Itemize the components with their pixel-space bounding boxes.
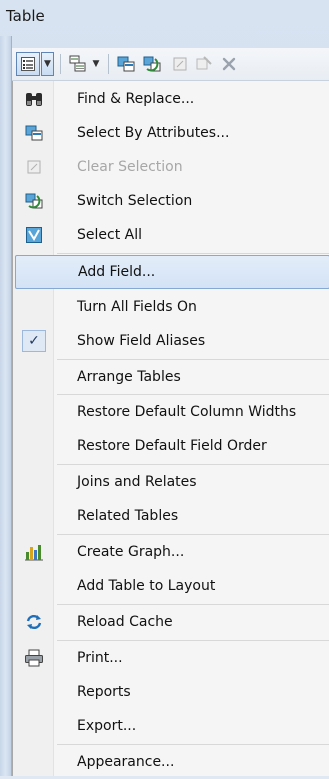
menu-item-arrange-tables[interactable]: Arrange Tables bbox=[15, 360, 329, 394]
menu-item-restore-column-widths[interactable]: Restore Default Column Widths bbox=[15, 395, 329, 429]
menu-item-create-graph[interactable]: Create Graph... bbox=[15, 535, 329, 569]
menu-item-label: Appearance... bbox=[77, 754, 175, 770]
toolbar-separator bbox=[60, 54, 61, 74]
menu-item-find-replace[interactable]: Find & Replace... bbox=[15, 82, 329, 116]
clear-selection-icon bbox=[27, 160, 41, 174]
menu-item-add-table-to-layout[interactable]: Add Table to Layout bbox=[15, 569, 329, 603]
clear-selection-button bbox=[168, 52, 192, 76]
menu-separator bbox=[57, 253, 329, 254]
table-window: Table ▼ ▼ Find & Replace... Select By At… bbox=[0, 0, 329, 776]
menu-item-select-all[interactable]: Select All bbox=[15, 218, 329, 252]
select-by-attributes-icon bbox=[117, 56, 135, 72]
delete-selected-button bbox=[192, 52, 216, 76]
close-button[interactable] bbox=[218, 52, 240, 76]
menu-item-joins-relates[interactable]: Joins and Relates bbox=[15, 465, 329, 499]
table-options-button[interactable] bbox=[16, 52, 40, 76]
toolbar-separator bbox=[108, 54, 109, 74]
menu-item-label: Reload Cache bbox=[77, 614, 173, 630]
menu-item-label: Clear Selection bbox=[77, 159, 183, 175]
menu-item-label: Export... bbox=[77, 718, 137, 734]
menu-item-label: Select By Attributes... bbox=[77, 125, 230, 141]
menu-item-print[interactable]: Print... bbox=[15, 641, 329, 675]
related-tables-icon bbox=[69, 55, 86, 72]
menu-item-reload-cache[interactable]: Reload Cache bbox=[15, 605, 329, 639]
select-all-icon bbox=[26, 227, 42, 243]
window-title: Table bbox=[6, 7, 45, 25]
switch-selection-icon bbox=[25, 193, 43, 209]
binoculars-icon bbox=[26, 93, 42, 106]
menu-item-label: Select All bbox=[77, 227, 142, 243]
printer-icon bbox=[25, 649, 43, 667]
menu-item-reports[interactable]: Reports bbox=[15, 675, 329, 709]
menu-item-label: Create Graph... bbox=[77, 544, 185, 560]
refresh-icon bbox=[26, 614, 42, 630]
menu-item-label: Restore Default Field Order bbox=[77, 438, 267, 454]
menu-item-label: Add Table to Layout bbox=[77, 578, 216, 594]
menu-item-label: Show Field Aliases bbox=[77, 333, 206, 349]
menu-item-related-tables[interactable]: Related Tables bbox=[15, 499, 329, 533]
menu-item-label: Switch Selection bbox=[77, 193, 193, 209]
menu-item-appearance[interactable]: Appearance... bbox=[15, 745, 329, 779]
menu-item-clear-selection: Clear Selection bbox=[15, 150, 329, 184]
close-icon bbox=[222, 57, 236, 71]
table-options-dropdown[interactable]: ▼ bbox=[41, 52, 54, 76]
menu-item-add-field[interactable]: Add Field... bbox=[15, 255, 329, 289]
delete-selected-icon bbox=[196, 56, 212, 70]
menu-item-switch-selection[interactable]: Switch Selection bbox=[15, 184, 329, 218]
select-by-attributes-icon bbox=[25, 125, 43, 141]
checkmark-icon: ✓ bbox=[22, 330, 46, 352]
related-tables-button[interactable] bbox=[66, 52, 90, 76]
table-options-icon bbox=[21, 57, 35, 71]
menu-item-label: Arrange Tables bbox=[77, 369, 181, 385]
menu-item-select-by-attributes[interactable]: Select By Attributes... bbox=[15, 116, 329, 150]
chevron-down-icon: ▼ bbox=[44, 59, 51, 69]
table-toolbar: ▼ ▼ bbox=[12, 48, 329, 81]
menu-item-label: Add Field... bbox=[78, 264, 156, 280]
menu-item-show-field-aliases[interactable]: ✓ Show Field Aliases bbox=[15, 324, 329, 358]
menu-item-turn-all-fields-on[interactable]: Turn All Fields On bbox=[15, 290, 329, 324]
menu-item-restore-field-order[interactable]: Restore Default Field Order bbox=[15, 429, 329, 463]
switch-selection-icon bbox=[143, 56, 161, 72]
chevron-down-icon: ▼ bbox=[92, 59, 100, 69]
clear-selection-icon bbox=[173, 57, 187, 71]
menu-item-label: Restore Default Column Widths bbox=[77, 404, 297, 420]
menu-item-label: Print... bbox=[77, 650, 123, 666]
menu-item-label: Find & Replace... bbox=[77, 91, 195, 107]
select-by-attributes-button[interactable] bbox=[114, 52, 138, 76]
switch-selection-button[interactable] bbox=[140, 52, 164, 76]
menu-item-export[interactable]: Export... bbox=[15, 709, 329, 743]
related-tables-dropdown[interactable]: ▼ bbox=[90, 52, 102, 76]
menu-item-label: Turn All Fields On bbox=[77, 299, 197, 315]
menu-item-label: Joins and Relates bbox=[77, 474, 197, 490]
table-options-menu: Find & Replace... Select By Attributes..… bbox=[12, 81, 329, 776]
window-frame-left bbox=[0, 36, 12, 776]
bar-chart-icon bbox=[25, 545, 43, 561]
menu-item-label: Related Tables bbox=[77, 508, 179, 524]
menu-item-label: Reports bbox=[77, 684, 131, 700]
